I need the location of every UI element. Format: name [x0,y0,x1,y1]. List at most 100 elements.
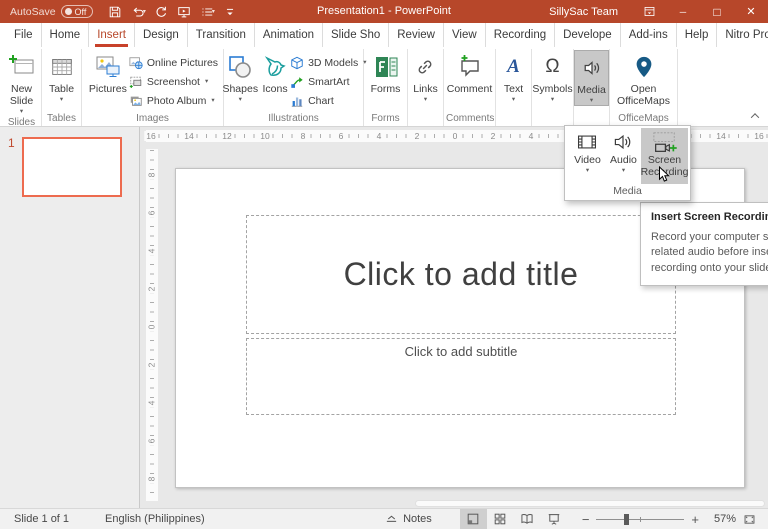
slide-thumbnail[interactable] [22,137,122,197]
shapes-button[interactable]: Shapes ▾ [220,50,260,104]
tab-view[interactable]: View [444,23,486,47]
collapse-ribbon-button[interactable] [752,113,760,121]
forms-button[interactable]: Forms [369,50,403,95]
normal-view-icon [466,512,480,526]
undo-button[interactable]: ▾ [128,2,148,21]
group-label-images: Images [84,112,221,126]
autosave-pill[interactable]: Off [61,5,94,18]
ruler-number: 0 [451,131,460,141]
more-commands-icon [223,5,237,19]
tab-home[interactable]: Home [42,23,90,47]
tab-animation[interactable]: Animation [255,23,323,47]
autosave-toggle[interactable]: AutoSave Off [10,5,93,18]
3d-models-button[interactable]: 3D Models ▾ [290,54,366,72]
new-slide-button[interactable]: New Slide ▾ [4,50,39,116]
photo-album-button[interactable]: Photo Album ▾ [129,92,218,110]
chart-button[interactable]: Chart [290,92,366,110]
tab-review[interactable]: Review [389,23,444,47]
video-menu-item[interactable]: Video ▾ [569,128,606,184]
notes-icon [385,513,398,526]
status-bar: Slide 1 of 1 English (Philippines) Notes… [0,508,768,529]
icons-button[interactable]: Icons [260,50,290,95]
icons-bird-icon [262,52,288,82]
zoom-in-button[interactable] [691,512,699,527]
tab-develope[interactable]: Develope [555,23,621,47]
text-icon: A [507,52,520,82]
account-name[interactable]: SillySac Team [549,6,618,18]
reading-view-button[interactable] [514,509,541,529]
title-placeholder[interactable]: Click to add title [246,215,676,334]
tab-add-ins[interactable]: Add-ins [621,23,677,47]
media-speaker-icon [581,53,603,83]
tab-slide-sho[interactable]: Slide Sho [323,23,389,47]
comment-button[interactable]: Comment [445,50,495,95]
subtitle-placeholder[interactable]: Click to add subtitle [246,338,676,415]
ruler-number: 12 [220,131,233,141]
bullet-list-button[interactable]: ▾ [197,2,217,21]
slide-sorter-view-button[interactable] [487,509,514,529]
slide-number: 1 [8,136,15,150]
zoom-slider[interactable] [596,509,684,529]
mouse-cursor-icon [658,166,670,184]
group-label-tables: Tables [44,112,79,126]
tab-nitro-pro[interactable]: Nitro Pro [717,23,768,47]
media-button[interactable]: Media ▾ [574,50,609,106]
start-presentation-button[interactable] [174,2,194,21]
symbols-button[interactable]: Ω Symbols ▾ [530,50,574,104]
slide-sorter-icon [493,512,507,526]
screenshot-button[interactable]: Screenshot ▾ [129,73,218,91]
zoom-out-button[interactable] [582,512,590,527]
links-button[interactable]: Links ▾ [411,50,440,104]
screen-recording-tooltip: Insert Screen Recording Record your comp… [640,202,768,286]
notes-button[interactable]: Notes [375,509,442,529]
group-officemaps: Open OfficeMaps OfficeMaps [610,49,678,126]
screenshot-caret-icon: ▾ [205,79,208,86]
group-illustrations: Shapes ▾ Icons 3D Models ▾ SmartArt [224,49,364,126]
normal-view-button[interactable] [460,509,487,529]
group-label-media [576,112,607,126]
fit-slide-to-window-button[interactable] [736,509,762,529]
zoom-percentage[interactable]: 57% [706,513,736,525]
ruler-number: 2 [489,131,498,141]
language-indicator[interactable]: English (Philippines) [105,513,205,525]
online-pictures-icon [129,56,143,70]
tab-help[interactable]: Help [677,23,718,47]
tooltip-title: Insert Screen Recording [651,211,768,223]
online-pictures-button[interactable]: Online Pictures [129,54,218,72]
group-label-officemaps: OfficeMaps [612,112,675,126]
shapes-icon [227,52,253,82]
close-button[interactable] [734,0,768,23]
video-film-icon [576,130,598,154]
ribbon-display-options-button[interactable] [632,0,666,23]
minimize-button[interactable] [666,0,700,23]
open-officemaps-button[interactable]: Open OfficeMaps [612,50,675,107]
tab-file[interactable]: File [6,23,42,47]
audio-menu-item[interactable]: Audio ▾ [606,128,641,184]
media-caret-icon: ▾ [590,98,593,105]
reading-view-icon [520,512,534,526]
tab-design[interactable]: Design [135,23,188,47]
redo-button[interactable] [151,2,171,21]
symbols-caret-icon: ▾ [551,97,554,104]
zoom-slider-thumb[interactable] [624,514,629,525]
horizontal-scrollbar[interactable] [415,500,765,507]
illustrations-small-buttons: 3D Models ▾ SmartArt Chart [290,50,366,110]
tab-insert[interactable]: Insert [89,23,135,47]
media-menu-group-label: Media [565,184,690,200]
maximize-button[interactable] [700,0,734,23]
text-button[interactable]: A Text ▾ [502,50,525,104]
pictures-button[interactable]: Pictures [87,50,129,95]
table-button[interactable]: Table ▾ [47,50,77,104]
tab-transition[interactable]: Transition [188,23,255,47]
ruler-number: 2 [146,361,156,370]
group-tables: Table ▾ Tables [42,49,82,126]
save-button[interactable] [105,2,125,21]
smartart-icon [290,75,304,89]
view-buttons [460,509,568,529]
tab-recording[interactable]: Recording [486,23,555,47]
group-label-forms: Forms [366,112,405,126]
customize-qat-button[interactable] [220,2,240,21]
smartart-button[interactable]: SmartArt [290,73,366,91]
map-pin-icon [632,52,656,82]
slideshow-view-button[interactable] [541,509,568,529]
